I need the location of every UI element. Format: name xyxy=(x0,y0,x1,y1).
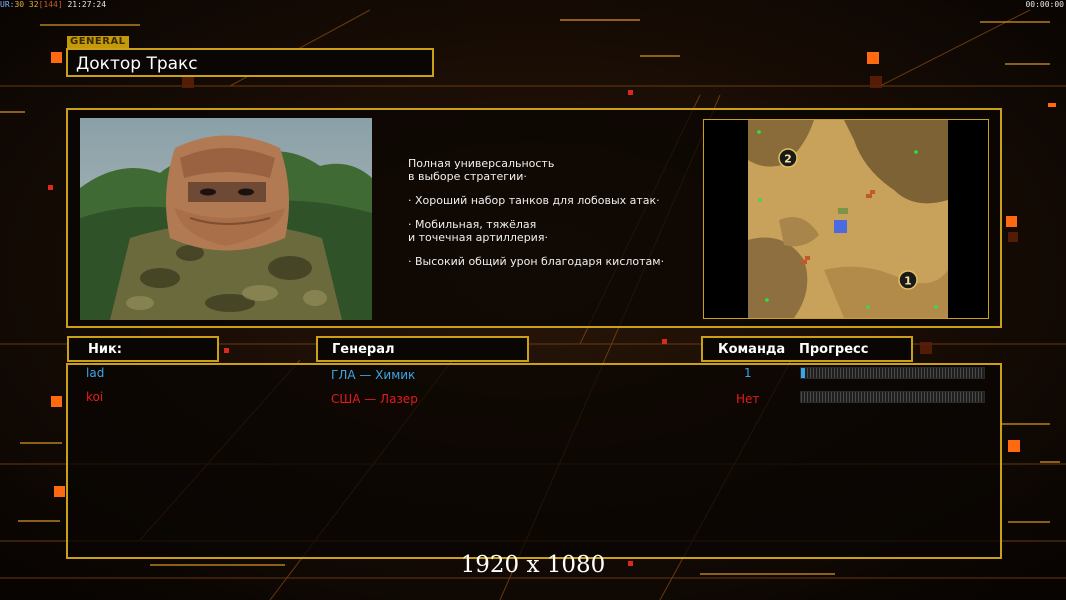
player-row: lad ГЛА — Химик 1 xyxy=(0,366,1066,386)
column-label-progress: Прогресс xyxy=(799,342,869,357)
column-header-nick: Ник: xyxy=(67,336,219,362)
minimap-frame: 2 1 xyxy=(703,119,989,319)
player-nick: koi xyxy=(86,390,104,404)
player-progress-bar xyxy=(800,391,985,403)
progress-fill xyxy=(801,368,805,378)
player-progress-bar xyxy=(800,367,985,379)
game-timer: 00:00:00 xyxy=(1025,0,1064,9)
column-label-nick: Ник: xyxy=(88,342,123,357)
player-general: ГЛА — Химик xyxy=(331,368,416,382)
description-line: · Мобильная, тяжёлая и точечная артиллер… xyxy=(408,218,548,244)
status-bar: UR:30 32[144] 21:27:24 00:00:00 xyxy=(0,0,1066,10)
column-label-team: Команда xyxy=(718,342,786,357)
general-name-box: Доктор Тракс xyxy=(66,48,434,77)
general-tag: GENERAL xyxy=(67,36,129,48)
clock: 21:27:24 xyxy=(67,0,107,9)
masked-soldier-portrait-icon xyxy=(80,118,372,320)
desert-minimap-icon: 2 1 xyxy=(704,120,988,318)
fps-value: 30 xyxy=(14,0,25,9)
general-description: Полная универсальность в выборе стратеги… xyxy=(408,157,688,279)
map-marker-1: 1 xyxy=(904,275,912,288)
column-header-general: Генерал xyxy=(316,336,529,362)
fps-limit: [144] xyxy=(38,0,63,9)
ur-label: UR: xyxy=(0,0,15,9)
player-general: США — Лазер xyxy=(331,392,418,406)
fps-value-2: 32 xyxy=(28,0,39,9)
description-line: · Хороший набор танков для лобовых атак· xyxy=(408,194,660,207)
description-line: · Высокий общий урон благодаря кислотам· xyxy=(408,255,665,268)
column-label-general: Генерал xyxy=(332,342,395,357)
resolution-label: 1920 x 1080 xyxy=(460,552,606,578)
player-team: Нет xyxy=(736,392,760,406)
map-marker-2: 2 xyxy=(784,153,792,166)
description-line: Полная универсальность в выборе стратеги… xyxy=(408,157,555,183)
general-name: Доктор Тракс xyxy=(76,54,198,74)
player-nick: lad xyxy=(86,366,105,380)
player-team: 1 xyxy=(744,366,752,380)
player-row: koi США — Лазер Нет xyxy=(0,390,1066,410)
column-header-team-progress: Команда Прогресс xyxy=(701,336,913,362)
